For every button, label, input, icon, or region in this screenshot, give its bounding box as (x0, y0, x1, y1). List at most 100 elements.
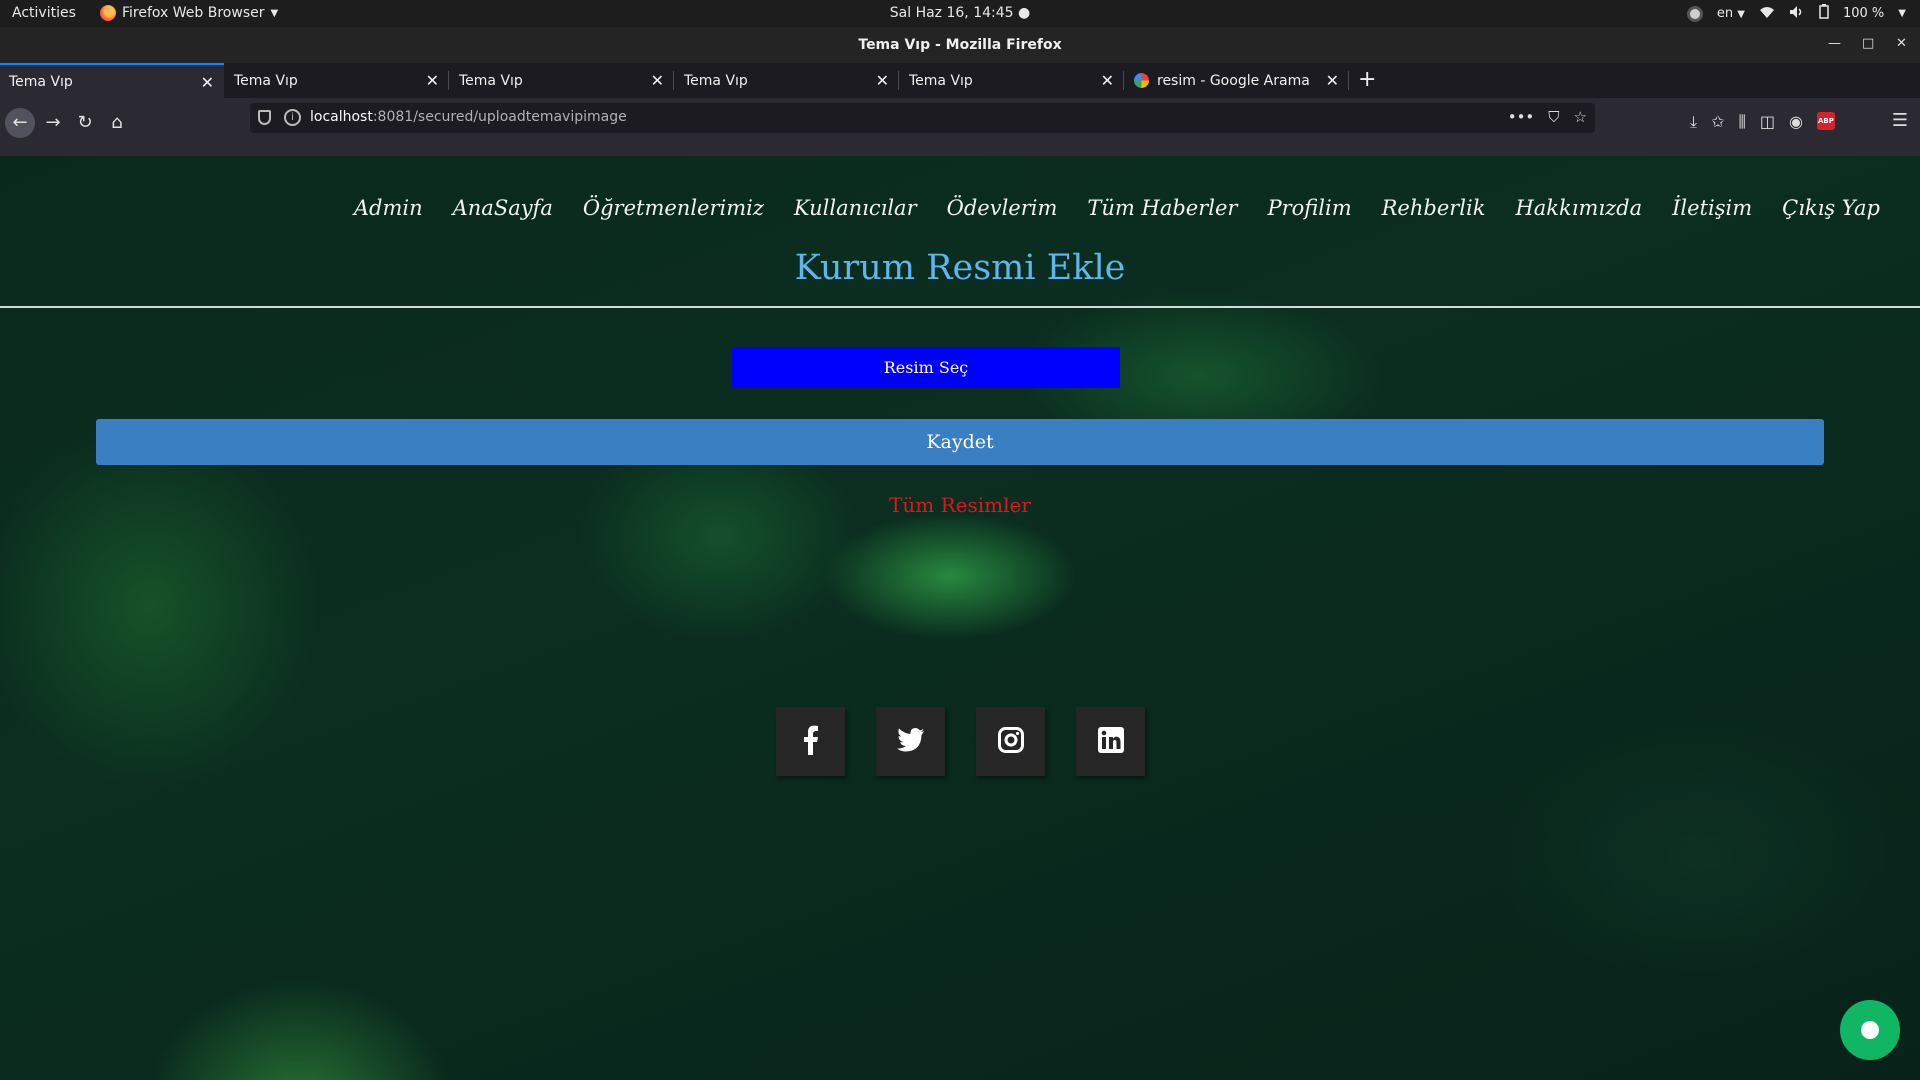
window-title: Tema Vıp - Mozilla Firefox (858, 37, 1062, 53)
forward-icon[interactable]: → (38, 108, 68, 138)
close-icon[interactable]: ✕ (1326, 71, 1339, 90)
tab[interactable]: resim - Google Arama ✕ (1125, 63, 1349, 98)
chevron-down-icon: ▼ (270, 7, 279, 19)
back-icon[interactable]: ← (5, 108, 35, 138)
tab-label: Tema Vıp (234, 72, 298, 89)
url-text[interactable]: localhost:8081/secured/uploadtemavipimag… (310, 109, 627, 125)
nav-about[interactable]: Hakkımızda (1515, 196, 1642, 220)
nav-admin[interactable]: Admin (354, 196, 423, 220)
account-icon[interactable]: ◉ (1789, 112, 1803, 132)
window-title-bar: Tema Vıp - Mozilla Firefox — □ ✕ (0, 27, 1920, 63)
system-top-bar: Activities Firefox Web Browser ▼ Sal Haz… (0, 0, 1920, 27)
adblock-plus-icon[interactable]: ABP (1816, 112, 1835, 130)
close-icon[interactable]: ✕ (426, 71, 439, 90)
address-bar[interactable]: i localhost:8081/secured/uploadtemavipim… (250, 103, 1595, 133)
battery-icon (1819, 4, 1829, 23)
site-info-icon[interactable]: i (284, 109, 301, 126)
tab[interactable]: Tema Vıp ✕ (450, 63, 674, 98)
divider (0, 306, 1920, 308)
system-tray[interactable]: en ▼ 100 % ▼ (1686, 4, 1906, 23)
site-navigation: Admin AnaSayfa Öğretmenlerimiz Kullanıcı… (354, 196, 1880, 220)
close-icon[interactable]: ✕ (876, 71, 889, 90)
tab-separator (1123, 71, 1124, 90)
nav-profile[interactable]: Profilim (1267, 196, 1351, 220)
reload-icon[interactable]: ↻ (70, 108, 100, 138)
social-links (776, 707, 1145, 776)
tab[interactable]: Tema Vıp ✕ (675, 63, 899, 98)
new-tab-icon[interactable]: + (1358, 67, 1376, 92)
background-image (0, 156, 1920, 1080)
navigation-toolbar: ← → ↻ ⌂ i localhost:8081/secured/uploadt… (0, 98, 1920, 156)
app-menu-label: Firefox Web Browser (122, 5, 265, 21)
save-button[interactable]: Kaydet (96, 419, 1824, 465)
close-icon[interactable]: ✕ (1101, 71, 1114, 90)
nav-all-news[interactable]: Tüm Haberler (1087, 196, 1237, 220)
bookmark-star-icon[interactable]: ☆ (1574, 108, 1587, 126)
tab-separator (673, 71, 674, 90)
url-path: :8081/secured/uploadtemavipimage (372, 109, 627, 125)
tab[interactable]: Tema Vıp ✕ (900, 63, 1124, 98)
chat-bubble-icon (1861, 1021, 1879, 1039)
chevron-down-icon: ▼ (1898, 8, 1906, 19)
bookmarks-icon[interactable]: ✩ (1711, 112, 1724, 132)
facebook-icon (803, 725, 819, 759)
page-content: Admin AnaSayfa Öğretmenlerimiz Kullanıcı… (0, 156, 1920, 1080)
linkedin-icon (1097, 726, 1124, 757)
tab[interactable]: Tema Vıp ✕ (0, 63, 224, 98)
downloads-icon[interactable]: ⤓ (1690, 112, 1697, 132)
app-menu[interactable]: Firefox Web Browser ▼ (100, 5, 278, 21)
instagram-icon (997, 726, 1024, 757)
nav-users[interactable]: Kullanıcılar (794, 196, 917, 220)
activities-button[interactable]: Activities (12, 5, 76, 21)
tab-separator (1348, 71, 1349, 90)
tab-label: Tema Vıp (909, 72, 973, 89)
nav-logout[interactable]: Çıkış Yap (1782, 196, 1880, 220)
all-images-link[interactable]: Tüm Resimler (0, 493, 1920, 517)
tab-label: resim - Google Arama (1157, 72, 1310, 89)
sidebar-icon[interactable]: ◫ (1760, 112, 1775, 132)
pocket-icon[interactable]: ⛉ (1548, 108, 1559, 126)
twitter-icon (896, 727, 925, 756)
tab[interactable]: Tema Vıp ✕ (225, 63, 449, 98)
close-window-icon[interactable]: ✕ (1896, 36, 1907, 51)
tab-label: Tema Vıp (684, 72, 748, 89)
volume-icon (1789, 5, 1805, 23)
tab-separator (898, 71, 899, 90)
chat-widget-button[interactable] (1840, 1000, 1900, 1060)
home-icon[interactable]: ⌂ (102, 108, 132, 138)
page-title: Kurum Resmi Ekle (794, 248, 1126, 288)
tab-label: Tema Vıp (459, 72, 523, 89)
chevron-down-icon: ▼ (1737, 9, 1745, 20)
url-host: localhost (310, 109, 373, 125)
facebook-button[interactable] (776, 707, 845, 776)
tab-strip: Tema Vıp ✕ Tema Vıp ✕ Tema Vıp ✕ Tema Vı… (0, 63, 1920, 98)
language-label: en (1716, 6, 1734, 21)
twitter-button[interactable] (876, 707, 945, 776)
google-icon (1134, 73, 1149, 88)
battery-percentage: 100 % (1842, 6, 1885, 21)
clock[interactable]: Sal Haz 16, 14:45 (890, 5, 1014, 21)
close-icon[interactable]: ✕ (201, 73, 214, 92)
privacy-indicator-icon (1686, 5, 1703, 22)
nav-home[interactable]: AnaSayfa (453, 196, 553, 220)
nav-teachers[interactable]: Öğretmenlerimiz (583, 196, 764, 220)
tracking-protection-icon[interactable] (258, 110, 271, 125)
nav-contact[interactable]: İletişim (1672, 196, 1752, 220)
linkedin-button[interactable] (1076, 707, 1145, 776)
close-icon[interactable]: ✕ (651, 71, 664, 90)
nav-homework[interactable]: Ödevlerim (947, 196, 1058, 220)
choose-image-button[interactable]: Resim Seç (732, 347, 1120, 388)
notification-dot-icon: ● (1018, 5, 1031, 21)
wifi-icon (1759, 5, 1775, 23)
firefox-icon (100, 5, 116, 21)
menu-icon[interactable]: ☰ (1892, 110, 1908, 131)
tab-label: Tema Vıp (9, 73, 73, 90)
minimize-icon[interactable]: — (1828, 36, 1841, 51)
library-icon[interactable]: ⫼ (1738, 112, 1745, 132)
tab-separator (448, 71, 449, 90)
page-actions-icon[interactable]: ••• (1508, 108, 1535, 126)
language-indicator[interactable]: en ▼ (1717, 6, 1745, 21)
maximize-icon[interactable]: □ (1862, 36, 1874, 51)
instagram-button[interactable] (976, 707, 1045, 776)
nav-guidance[interactable]: Rehberlik (1382, 196, 1486, 220)
